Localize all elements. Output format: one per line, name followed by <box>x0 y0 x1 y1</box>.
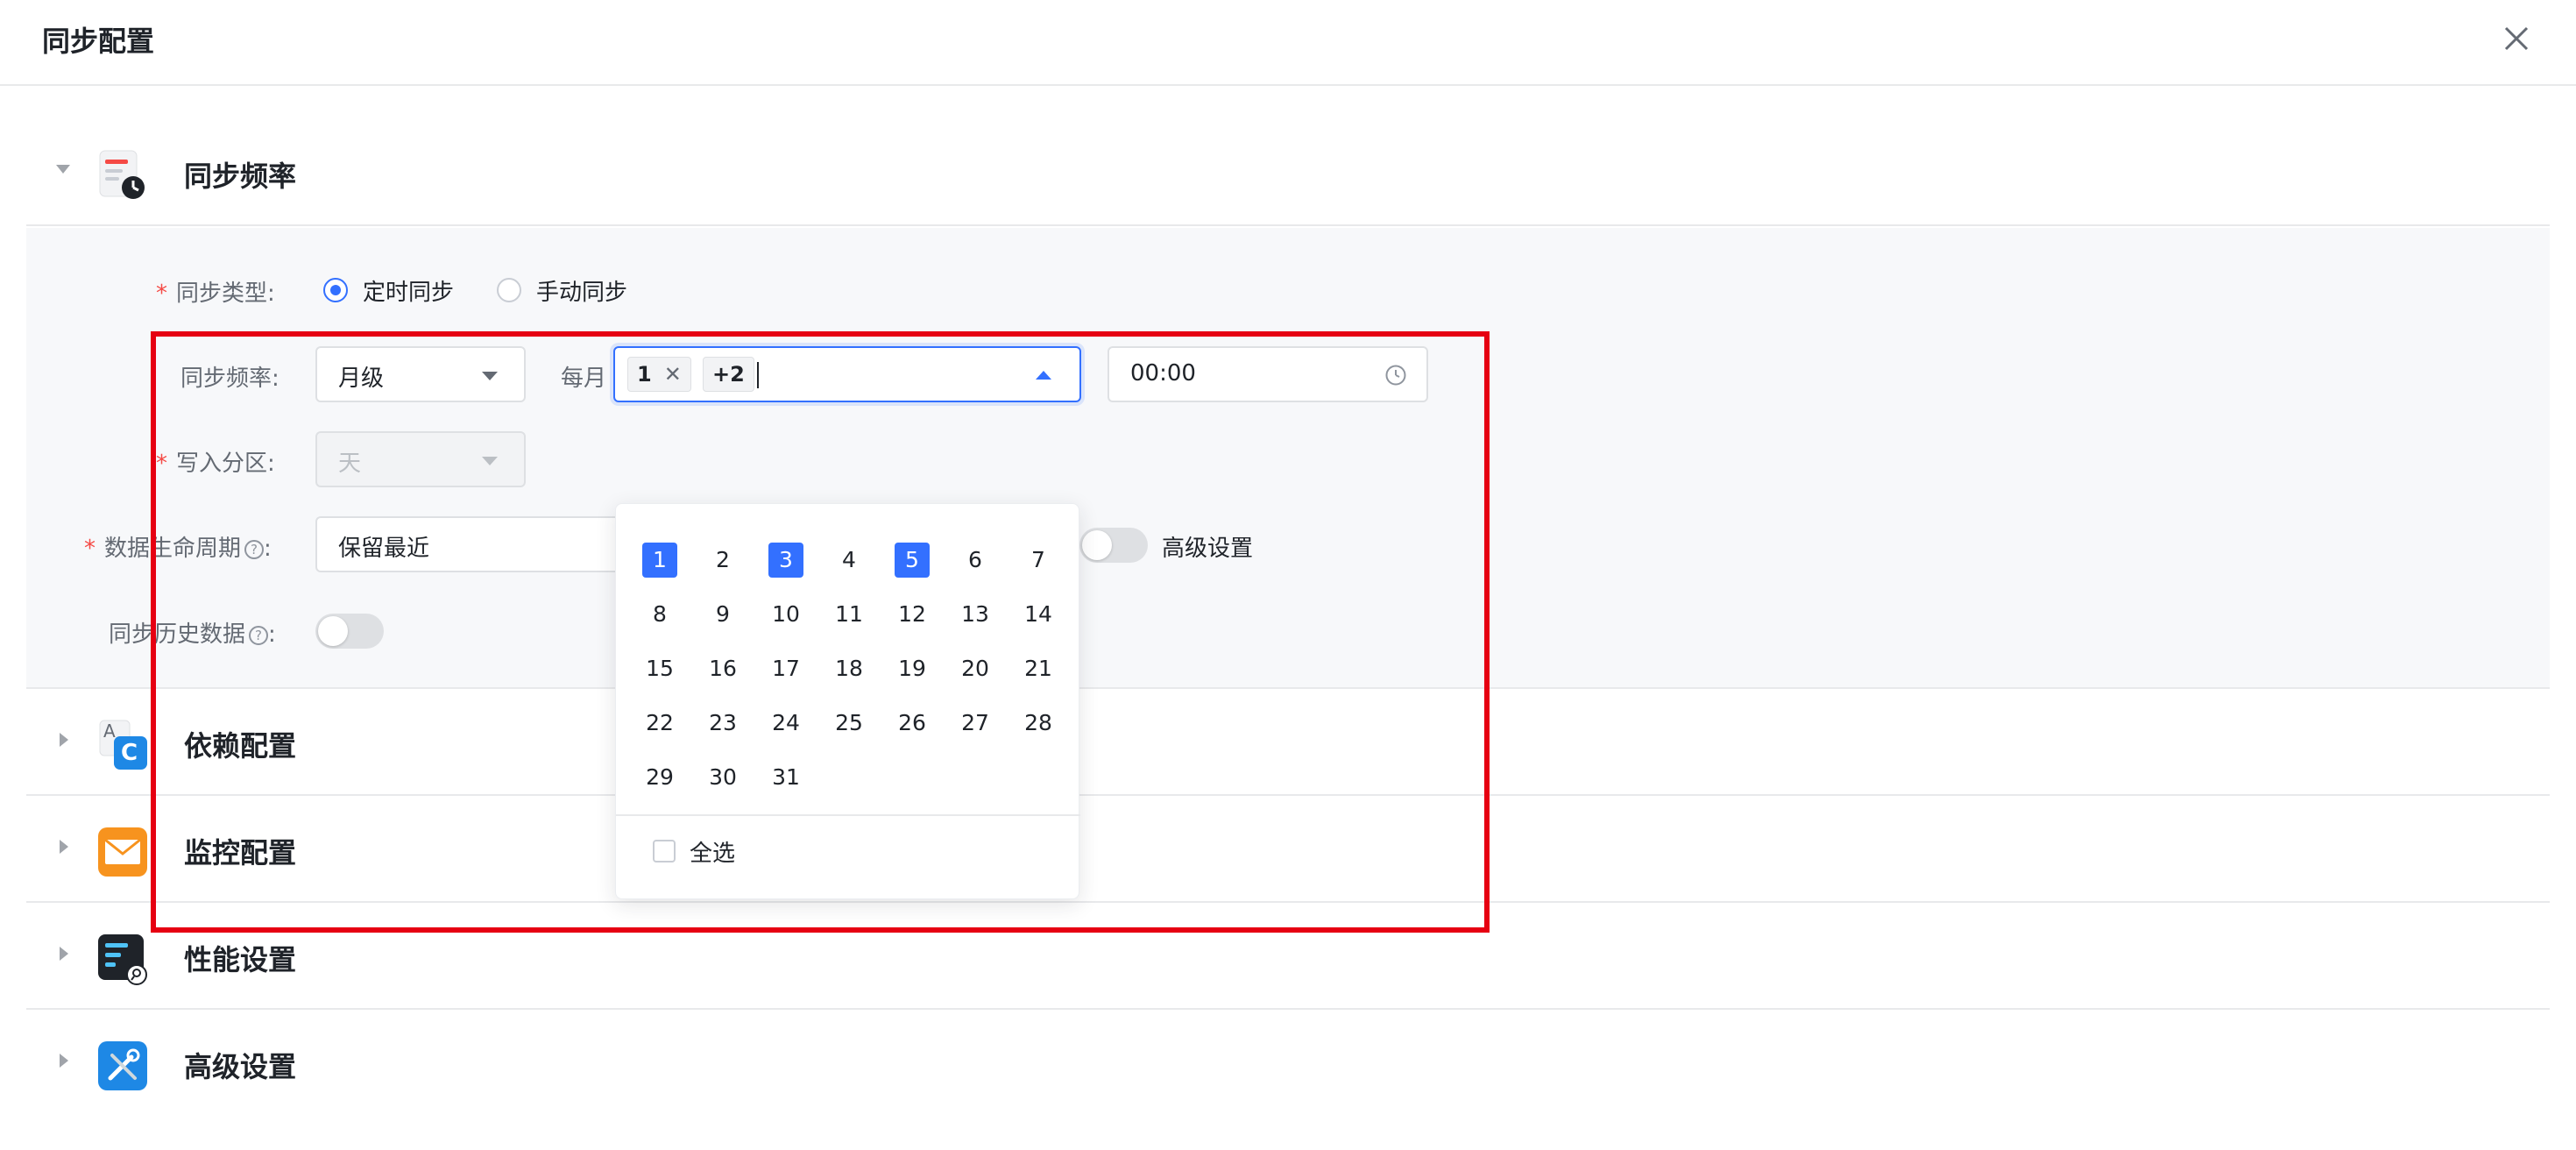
day-option[interactable]: 3 <box>768 543 803 578</box>
day-option[interactable]: 25 <box>832 706 867 741</box>
performance-icon <box>98 934 147 985</box>
day-option[interactable]: 5 <box>895 543 930 578</box>
lifecycle-value: 保留最近 <box>338 536 430 562</box>
section-header-sync-frequency[interactable]: 同步频率 <box>26 121 2550 226</box>
schedule-doc-icon <box>99 150 145 199</box>
day-option[interactable]: 12 <box>895 597 930 632</box>
day-option[interactable]: 7 <box>1021 543 1056 578</box>
freq-select-value: 月级 <box>338 366 385 392</box>
chevron-right-icon[interactable] <box>60 840 68 854</box>
day-option[interactable]: 26 <box>895 706 930 741</box>
day-option[interactable]: 16 <box>705 651 740 686</box>
day-option[interactable]: 18 <box>832 651 867 686</box>
day-option[interactable]: 29 <box>642 760 677 795</box>
required-mark: * <box>84 536 96 562</box>
advanced-settings-toggle-label: 高级设置 <box>1162 536 1254 562</box>
close-icon[interactable] <box>2497 19 2536 58</box>
sync-type-label: * 同步类型: <box>156 280 275 307</box>
section-label: 监控配置 <box>184 836 297 870</box>
chevron-down-icon[interactable] <box>56 165 70 174</box>
mail-icon <box>98 827 147 877</box>
day-option[interactable]: 15 <box>642 651 677 686</box>
day-option[interactable]: 9 <box>705 597 740 632</box>
day-option[interactable]: 21 <box>1021 651 1056 686</box>
section-header-dependency[interactable]: A C 依赖配置 <box>26 691 2550 796</box>
day-option[interactable]: 8 <box>642 597 677 632</box>
help-icon[interactable]: ? <box>244 540 265 559</box>
day-option[interactable]: 31 <box>768 760 803 795</box>
section-performance: 性能设置 <box>26 905 2550 1010</box>
advanced-settings-toggle[interactable] <box>1079 528 1148 563</box>
dependency-icon-letter-a: A <box>103 721 116 742</box>
dialog-header: 同步配置 <box>0 0 2576 86</box>
select-all-checkbox[interactable] <box>653 840 676 862</box>
select-all-label[interactable]: 全选 <box>690 835 735 868</box>
caret-up-icon[interactable] <box>1036 371 1051 380</box>
freq-select[interactable]: 月级 <box>315 346 526 402</box>
section-monitoring: 监控配置 <box>26 798 2550 903</box>
chevron-right-icon[interactable] <box>60 1054 68 1068</box>
day-tag: 1 ✕ <box>627 357 691 392</box>
history-label: 同步历史数据?: <box>109 621 276 648</box>
day-option[interactable]: 4 <box>832 543 867 578</box>
lifecycle-select[interactable]: 保留最近 <box>315 516 622 572</box>
section-label: 高级设置 <box>184 1050 297 1083</box>
tag-remove-icon[interactable]: ✕ <box>664 358 682 391</box>
partition-select-value: 天 <box>338 451 362 477</box>
time-value: 00:00 <box>1130 360 1196 387</box>
section-header-advanced[interactable]: 高级设置 <box>26 1012 2550 1117</box>
section-dependency: A C 依赖配置 <box>26 691 2550 796</box>
day-option[interactable]: 24 <box>768 706 803 741</box>
section-header-monitoring[interactable]: 监控配置 <box>26 798 2550 903</box>
history-sync-toggle[interactable] <box>315 614 384 649</box>
day-option[interactable]: 6 <box>958 543 993 578</box>
section-label: 性能设置 <box>184 943 297 976</box>
more-tags-count: +2 <box>703 357 754 392</box>
tools-icon <box>98 1041 147 1090</box>
chevron-right-icon[interactable] <box>60 733 68 747</box>
section-label: 同步频率 <box>184 160 297 193</box>
time-picker[interactable]: 00:00 <box>1108 346 1428 402</box>
text-cursor <box>757 362 759 388</box>
day-option[interactable]: 30 <box>705 760 740 795</box>
section-sync-frequency: 同步频率 <box>26 121 2550 226</box>
section-header-performance[interactable]: 性能设置 <box>26 905 2550 1010</box>
day-option[interactable]: 13 <box>958 597 993 632</box>
day-option[interactable]: 1 <box>642 543 677 578</box>
section-advanced: 高级设置 <box>26 1012 2550 1117</box>
radio-scheduled-sync[interactable] <box>323 278 348 302</box>
day-option[interactable]: 17 <box>768 651 803 686</box>
dialog-title: 同步配置 <box>42 25 155 58</box>
clock-icon <box>1385 365 1406 386</box>
day-option[interactable]: 23 <box>705 706 740 741</box>
day-option[interactable]: 28 <box>1021 706 1056 741</box>
partition-label: * 写入分区: <box>156 451 275 477</box>
day-multi-select[interactable]: 1 ✕ +2 <box>613 346 1081 402</box>
dependency-icon-letter-c: C <box>121 740 138 766</box>
day-option[interactable]: 27 <box>958 706 993 741</box>
day-option[interactable]: 22 <box>642 706 677 741</box>
day-option[interactable]: 14 <box>1021 597 1056 632</box>
day-option[interactable]: 19 <box>895 651 930 686</box>
day-option[interactable]: 11 <box>832 597 867 632</box>
required-mark: * <box>156 451 167 477</box>
per-month-label: 每月 <box>561 366 607 392</box>
partition-select: 天 <box>315 431 526 487</box>
chevron-down-icon <box>482 372 498 380</box>
lifecycle-label: * 数据生命周期?: <box>84 536 272 562</box>
dropdown-divider <box>616 814 1080 816</box>
day-option[interactable]: 2 <box>705 543 740 578</box>
day-picker-dropdown: 1 2 3 4 5 6 7 8 9 10 11 12 13 14 15 16 17 18 19 20 21 22 23 24 2… <box>615 503 1080 899</box>
help-icon[interactable]: ? <box>249 626 269 645</box>
chevron-right-icon[interactable] <box>60 947 68 961</box>
sync-freq-label: 同步频率: <box>180 366 280 392</box>
section-label: 依赖配置 <box>184 729 297 763</box>
required-mark: * <box>156 280 167 307</box>
radio-manual-sync[interactable] <box>497 278 521 302</box>
day-option[interactable]: 20 <box>958 651 993 686</box>
radio-scheduled-sync-label[interactable]: 定时同步 <box>363 274 454 307</box>
day-option[interactable]: 10 <box>768 597 803 632</box>
chevron-down-icon <box>482 457 498 465</box>
radio-manual-sync-label[interactable]: 手动同步 <box>536 274 627 307</box>
